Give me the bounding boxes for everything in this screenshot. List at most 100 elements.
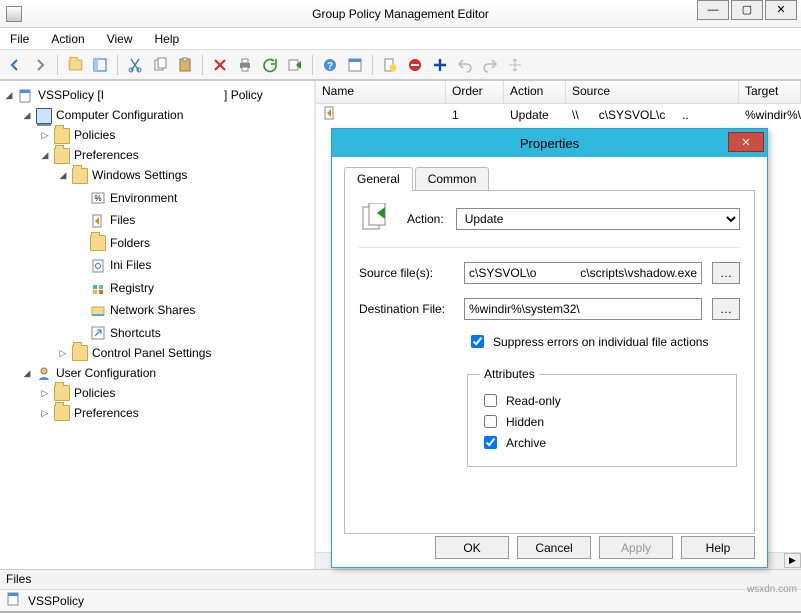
tree-networkshares[interactable]: Network Shares [110,301,195,320]
properties-dialog: Properties ✕ General Common Action: Upda… [331,128,768,568]
list-row[interactable]: 1 Update \\ c\SYSVOL\c .. %windir%\ [316,104,801,126]
col-name[interactable]: Name [316,81,446,103]
tree-inifiles[interactable]: Ini Files [110,256,151,275]
maximize-button[interactable]: ▢ [731,0,763,20]
column-headers[interactable]: Name Order Action Source Target [316,81,801,104]
tree-cc-policies[interactable]: Policies [74,126,115,145]
folder-icon [90,235,106,251]
cell-order: 1 [446,108,504,122]
archive-label: Archive [506,436,546,450]
folder-icon [72,345,88,361]
apply-button[interactable]: Apply [599,536,673,559]
cell-action: Update [504,108,566,122]
dest-label: Destination File: [359,302,454,316]
file-item-icon [322,105,338,124]
tree-uc-preferences[interactable]: Preferences [74,404,139,423]
forward-icon[interactable] [29,54,51,76]
cell-source: \\ c\SYSVOL\c .. [566,108,739,122]
inifile-icon [90,258,106,274]
hidden-label: Hidden [506,415,544,429]
environment-icon: % [90,190,106,206]
tree-files[interactable]: Files [110,211,135,230]
redo-icon[interactable] [479,54,501,76]
minimize-button[interactable]: — [697,0,729,20]
expand-toggle[interactable] [22,364,32,383]
suppress-errors-label: Suppress errors on individual file actio… [493,335,708,349]
up-folder-icon[interactable] [64,54,86,76]
watermark: wsxdn.com [747,584,797,595]
tree-uc-policies[interactable]: Policies [74,384,115,403]
tree-folders[interactable]: Folders [110,234,150,253]
readonly-checkbox[interactable] [484,394,497,407]
folder-icon [54,148,70,164]
taskbar-entry[interactable]: VSSPolicy [0,589,801,613]
copy-icon[interactable] [149,54,171,76]
action-label: Action: [407,212,444,226]
col-target[interactable]: Target [739,81,801,103]
dialog-close-button[interactable]: ✕ [728,132,764,152]
expand-toggle[interactable] [40,146,50,165]
tree-pane[interactable]: VSSPolicy [I] Policy Computer Configurat… [0,81,316,569]
tree-registry[interactable]: Registry [110,279,154,298]
source-input[interactable]: c\SYSVOL\o c\scripts\vshadow.exe [464,262,702,284]
dest-browse-button[interactable]: … [712,298,740,320]
show-tree-icon[interactable] [89,54,111,76]
refresh-icon[interactable] [259,54,281,76]
tab-general[interactable]: General [344,167,413,191]
menu-help[interactable]: Help [151,30,184,48]
expand-toggle[interactable] [58,344,68,363]
help-button[interactable]: Help [681,536,755,559]
cancel-button[interactable]: Cancel [517,536,591,559]
col-order[interactable]: Order [446,81,504,103]
expand-toggle[interactable] [22,106,32,125]
action-select[interactable]: Update [456,208,740,230]
menu-action[interactable]: Action [47,30,88,48]
ok-button[interactable]: OK [435,536,509,559]
source-browse-button[interactable]: … [712,262,740,284]
archive-checkbox[interactable] [484,436,497,449]
print-icon[interactable] [234,54,256,76]
help-icon[interactable]: ? [319,54,341,76]
tree-cc-preferences[interactable]: Preferences [74,146,139,165]
tree-shortcuts[interactable]: Shortcuts [110,324,161,343]
col-action[interactable]: Action [504,81,566,103]
new-item-icon[interactable] [379,54,401,76]
tree-root[interactable]: VSSPolicy [I] Policy [38,86,263,105]
dialog-title-bar[interactable]: Properties ✕ [332,129,767,157]
tree-environment[interactable]: Environment [110,189,177,208]
stop-icon[interactable] [404,54,426,76]
folder-icon [54,128,70,144]
move-icon[interactable] [504,54,526,76]
scroll-right-icon[interactable]: ▶ [784,553,801,568]
paste-icon[interactable] [174,54,196,76]
tree-control-panel-settings[interactable]: Control Panel Settings [92,344,211,363]
expand-toggle[interactable] [58,166,68,185]
expand-toggle[interactable] [4,86,14,105]
properties-icon[interactable] [344,54,366,76]
tree-user-config[interactable]: User Configuration [56,364,156,383]
tab-common[interactable]: Common [415,167,490,191]
svg-text:?: ? [327,61,333,72]
hidden-checkbox[interactable] [484,415,497,428]
menu-view[interactable]: View [103,30,137,48]
app-icon [6,6,22,22]
tree-windows-settings[interactable]: Windows Settings [92,166,187,185]
menu-file[interactable]: File [6,30,33,48]
shortcut-icon [90,325,106,341]
policy-icon [18,88,34,104]
cut-icon[interactable] [124,54,146,76]
delete-icon[interactable] [209,54,231,76]
export-icon[interactable] [284,54,306,76]
col-source[interactable]: Source [566,81,739,103]
dest-input[interactable] [464,298,702,320]
add-icon[interactable] [429,54,451,76]
svg-text:%: % [94,194,101,203]
tree-computer-config[interactable]: Computer Configuration [56,106,183,125]
close-button[interactable]: ✕ [765,0,797,20]
expand-toggle[interactable] [40,404,50,423]
expand-toggle[interactable] [40,384,50,403]
suppress-errors-checkbox[interactable] [471,335,484,348]
expand-toggle[interactable] [40,126,50,145]
undo-icon[interactable] [454,54,476,76]
back-icon[interactable] [4,54,26,76]
